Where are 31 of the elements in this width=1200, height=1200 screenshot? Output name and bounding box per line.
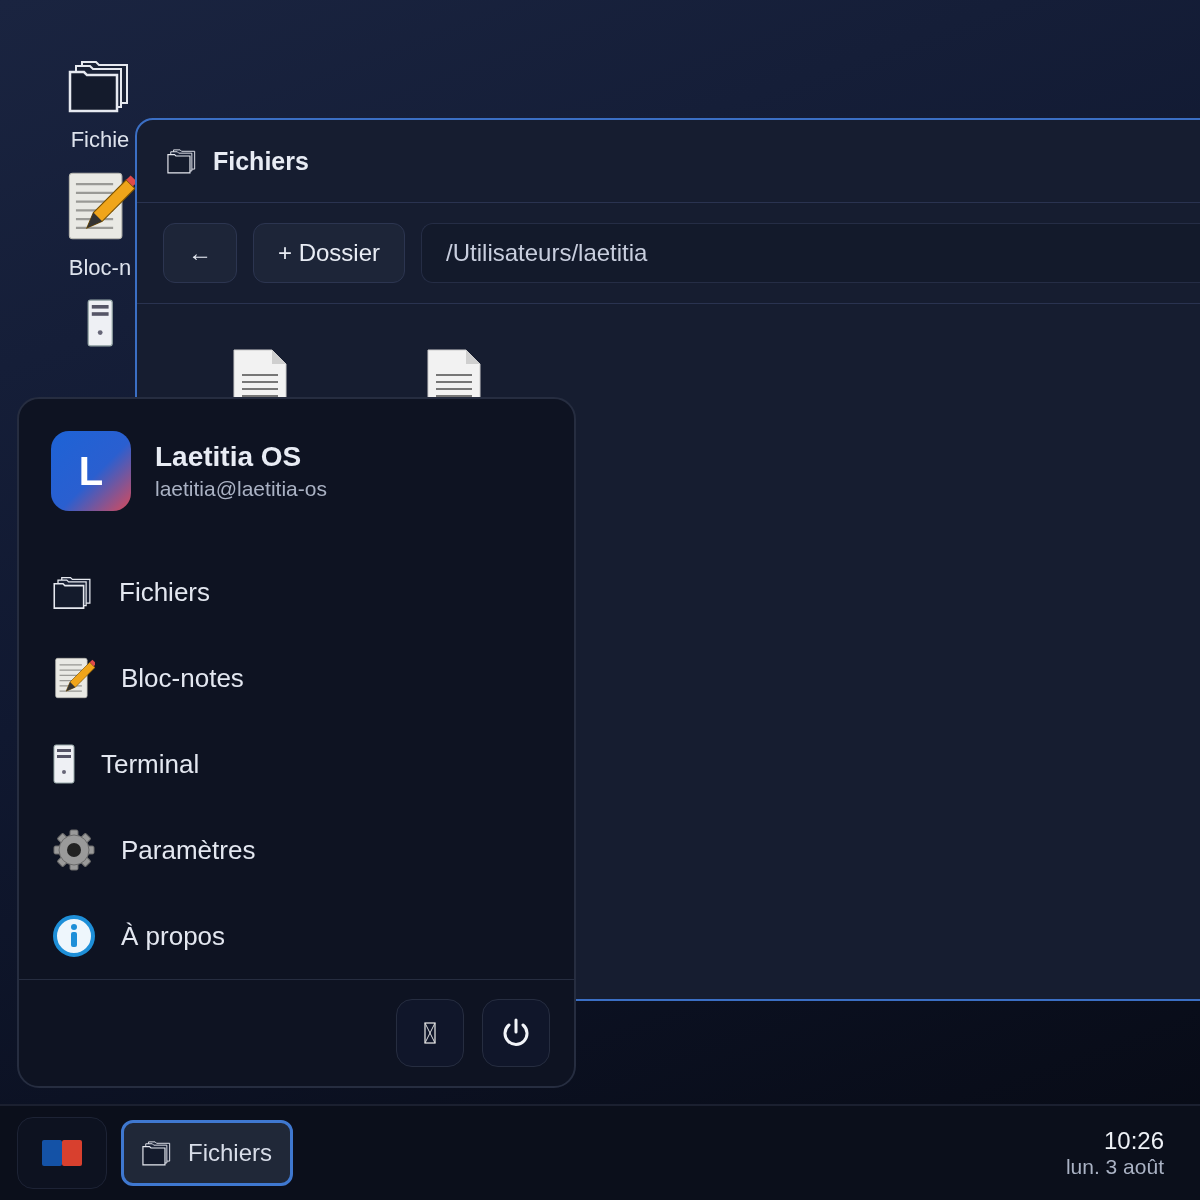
desktop-icon-label: Bloc-n bbox=[68, 255, 132, 282]
notepad-pencil-icon bbox=[53, 657, 95, 699]
info-icon bbox=[53, 915, 95, 957]
power-icon bbox=[501, 1018, 531, 1048]
menu-item[interactable]: Paramètres bbox=[121, 834, 256, 866]
menu-item[interactable]: Bloc-notes bbox=[121, 662, 244, 694]
menu-title: Laetitia OS bbox=[155, 441, 303, 473]
flag-icon bbox=[42, 1140, 82, 1166]
menu-item[interactable]: À propos bbox=[121, 920, 226, 952]
menu-item[interactable]: Terminal bbox=[101, 748, 200, 780]
computer-tower-icon bbox=[86, 299, 114, 348]
menu-footer-button[interactable] bbox=[396, 999, 464, 1067]
clock-time: 10:26 bbox=[1103, 1127, 1164, 1155]
computer-tower-icon bbox=[53, 744, 75, 784]
clock-date: lun. 3 août bbox=[1065, 1155, 1164, 1179]
user-address: laetitia@laetitia-os bbox=[155, 477, 327, 501]
folder-icon bbox=[53, 574, 93, 610]
new-folder-button[interactable]: + Dossier bbox=[253, 223, 406, 283]
folder-icon bbox=[167, 148, 197, 174]
avatar: L bbox=[51, 431, 131, 511]
power-button[interactable] bbox=[482, 999, 550, 1067]
taskbar-task[interactable]: Fichiers bbox=[121, 1120, 293, 1186]
back-button[interactable]: ← bbox=[163, 223, 237, 283]
start-button[interactable] bbox=[17, 1117, 107, 1189]
menu-item[interactable]: Fichiers bbox=[119, 576, 210, 608]
desktop-icon-label: Fichie bbox=[70, 127, 130, 154]
folder-icon bbox=[142, 1140, 172, 1166]
gear-icon bbox=[53, 829, 95, 871]
missing-glyph-icon bbox=[424, 1022, 436, 1044]
window-title: Fichiers bbox=[213, 146, 309, 176]
path-field[interactable]: /Utilisateurs/laetitia bbox=[421, 223, 1200, 283]
